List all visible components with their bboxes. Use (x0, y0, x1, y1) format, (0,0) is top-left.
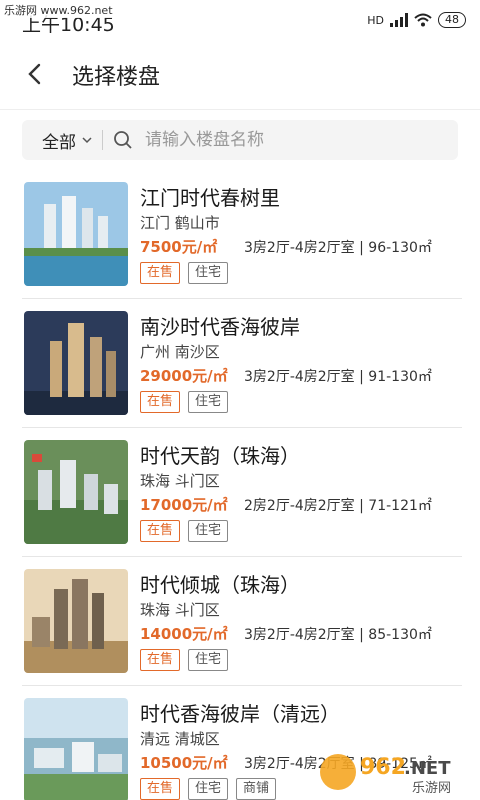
tag-on-sale: 在售 (140, 778, 181, 800)
listing-location: 江门 鹤山市 (140, 214, 220, 232)
listing-tags: 在售 住宅 (140, 520, 229, 542)
listing-thumbnail (24, 182, 128, 286)
tag-on-sale: 在售 (140, 391, 181, 413)
listing-location: 广州 南沙区 (140, 343, 220, 361)
listing-price: 17000元/㎡ (140, 496, 228, 514)
listing-name: 南沙时代香海彼岸 (140, 315, 300, 339)
search-input[interactable] (145, 130, 405, 150)
tag-on-sale: 在售 (140, 649, 181, 671)
tag-residential: 住宅 (188, 391, 229, 413)
divider (102, 130, 103, 150)
listing-name: 时代倾城（珠海） (140, 573, 300, 597)
filter-label: 全部 (42, 132, 76, 153)
listing-price: 29000元/㎡ (140, 367, 228, 385)
tag-on-sale: 在售 (140, 262, 181, 284)
tag-residential: 住宅 (188, 649, 229, 671)
tag-on-sale: 在售 (140, 520, 181, 542)
tag-residential: 住宅 (188, 778, 229, 800)
page-title: 选择楼盘 (72, 65, 161, 90)
watermark-site: 乐游网 (412, 781, 451, 796)
watermark-bottom-right: 962 .NET 乐游网 (316, 748, 476, 796)
filter-dropdown[interactable]: 全部 (22, 128, 102, 153)
listing-location: 珠海 斗门区 (140, 601, 220, 619)
listing-tags: 在售 住宅 商铺 (140, 778, 277, 800)
watermark-top-left: 乐游网 www.962.net (2, 2, 115, 18)
listing-location: 珠海 斗门区 (140, 472, 220, 490)
listing-card[interactable]: 时代天韵（珠海） 珠海 斗门区 17000元/㎡ 2房2厅-4房2厅室 | 71… (22, 428, 462, 557)
listing-card[interactable]: 南沙时代香海彼岸 广州 南沙区 29000元/㎡ 3房2厅-4房2厅室 | 91… (22, 299, 462, 428)
listing-thumbnail (24, 311, 128, 415)
header: 选择楼盘 (0, 40, 480, 110)
watermark-brand: 962 (360, 755, 406, 780)
listing-price: 14000元/㎡ (140, 625, 228, 643)
chevron-down-icon (82, 137, 92, 144)
listing-card[interactable]: 时代倾城（珠海） 珠海 斗门区 14000元/㎡ 3房2厅-4房2厅室 | 85… (22, 557, 462, 686)
search-icon (114, 131, 132, 149)
tag-residential: 住宅 (188, 262, 229, 284)
listing-thumbnail (24, 569, 128, 673)
search-bar: 全部 (22, 120, 458, 160)
listing-rooms: 3房2厅-4房2厅室 | 96-130㎡ (244, 240, 432, 256)
signal-icon (390, 13, 408, 27)
battery-icon: 48 (438, 12, 466, 28)
listing-tags: 在售 住宅 (140, 262, 229, 284)
listing-name: 时代天韵（珠海） (140, 444, 300, 468)
listing-price: 10500元/㎡ (140, 754, 228, 772)
listing-rooms: 2房2厅-4房2厅室 | 71-121㎡ (244, 498, 432, 514)
listing-name: 江门时代春树里 (140, 186, 280, 210)
listing-tags: 在售 住宅 (140, 649, 229, 671)
listing-thumbnail (24, 440, 128, 544)
back-arrow-icon[interactable] (24, 62, 48, 86)
listing-tags: 在售 住宅 (140, 391, 229, 413)
listing-name: 时代香海彼岸（清远） (140, 702, 340, 726)
listing-list: 江门时代春树里 江门 鹤山市 7500元/㎡ 3房2厅-4房2厅室 | 96-1… (22, 170, 462, 800)
tag-shop: 商铺 (236, 778, 277, 800)
listing-rooms: 3房2厅-4房2厅室 | 91-130㎡ (244, 369, 432, 385)
listing-price: 7500元/㎡ (140, 238, 218, 256)
network-label: HD (367, 13, 384, 27)
listing-thumbnail (24, 698, 128, 800)
watermark-suffix: .NET (404, 758, 451, 779)
status-icons: HD 48 (367, 12, 466, 28)
listing-location: 清远 清城区 (140, 730, 220, 748)
wifi-icon (414, 13, 432, 27)
tag-residential: 住宅 (188, 520, 229, 542)
listing-rooms: 3房2厅-4房2厅室 | 85-130㎡ (244, 627, 432, 643)
listing-card[interactable]: 江门时代春树里 江门 鹤山市 7500元/㎡ 3房2厅-4房2厅室 | 96-1… (22, 170, 462, 299)
